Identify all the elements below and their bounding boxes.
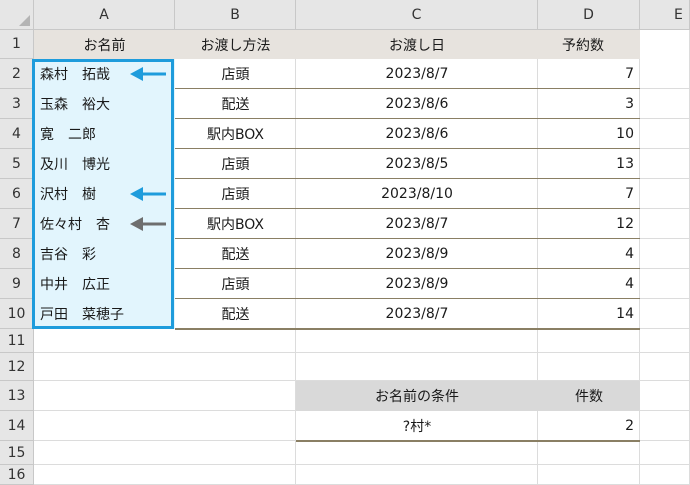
- cell-b9[interactable]: 店頭: [175, 269, 296, 299]
- table-row-border: [175, 148, 640, 149]
- cell-c2[interactable]: 2023/8/7: [296, 59, 538, 89]
- row-header-3[interactable]: 3: [0, 89, 34, 119]
- table-row-border: [175, 238, 640, 239]
- cell-b4[interactable]: 駅内BOX: [175, 119, 296, 149]
- select-all-triangle-icon: [19, 15, 30, 26]
- left-arrow-icon: [130, 66, 168, 86]
- cell-c10[interactable]: 2023/8/7: [296, 299, 538, 329]
- cell-d9[interactable]: 4: [538, 269, 640, 299]
- cell-d6[interactable]: 7: [538, 179, 640, 209]
- column-header-a[interactable]: A: [34, 0, 175, 30]
- header-cell-a1[interactable]: お名前: [34, 30, 175, 59]
- cell-d2[interactable]: 7: [538, 59, 640, 89]
- gridline-row: [34, 352, 690, 353]
- row-header-7[interactable]: 7: [0, 209, 34, 239]
- row-header-15[interactable]: 15: [0, 441, 34, 465]
- row-header-13[interactable]: 13: [0, 381, 34, 411]
- criteria-result-cell[interactable]: 2: [538, 411, 640, 441]
- cell-d3[interactable]: 3: [538, 89, 640, 119]
- row-header-12[interactable]: 12: [0, 353, 34, 381]
- cell-c3[interactable]: 2023/8/6: [296, 89, 538, 119]
- cell-d8[interactable]: 4: [538, 239, 640, 269]
- column-header-e[interactable]: E: [640, 0, 690, 30]
- cell-c8[interactable]: 2023/8/9: [296, 239, 538, 269]
- table-row-border: [175, 268, 640, 269]
- cell-d4[interactable]: 10: [538, 119, 640, 149]
- cell-b6[interactable]: 店頭: [175, 179, 296, 209]
- cell-b5[interactable]: 店頭: [175, 149, 296, 179]
- row-header-4[interactable]: 4: [0, 119, 34, 149]
- row-header-5[interactable]: 5: [0, 149, 34, 179]
- row-header-2[interactable]: 2: [0, 59, 34, 89]
- row-header-6[interactable]: 6: [0, 179, 34, 209]
- cell-d10[interactable]: 14: [538, 299, 640, 329]
- left-arrow-icon: [130, 216, 168, 236]
- table-row-border: [175, 298, 640, 299]
- table-row-border: [175, 208, 640, 209]
- left-arrow-icon: [130, 186, 168, 206]
- cell-b3[interactable]: 配送: [175, 89, 296, 119]
- header-cell-d1[interactable]: 予約数: [538, 30, 640, 59]
- table-bottom-border: [175, 328, 640, 330]
- spreadsheet-grid[interactable]: ABCDE 1 2 3 4 5 6 7 8 9 10 11 12 13 14 15 16 お名前 お渡し方法 お渡…: [0, 0, 690, 485]
- gridline-row: [34, 464, 690, 465]
- cell-c4[interactable]: 2023/8/6: [296, 119, 538, 149]
- cell-d5[interactable]: 13: [538, 149, 640, 179]
- criteria-value-cell[interactable]: ?村*: [296, 411, 538, 441]
- header-cell-b1[interactable]: お渡し方法: [175, 30, 296, 59]
- criteria-header-count[interactable]: 件数: [538, 381, 640, 411]
- row-header-10[interactable]: 10: [0, 299, 34, 329]
- column-header-c[interactable]: C: [296, 0, 538, 30]
- cell-b7[interactable]: 駅内BOX: [175, 209, 296, 239]
- row-header-11[interactable]: 11: [0, 329, 34, 353]
- criteria-bottom-border: [296, 440, 640, 442]
- row-header-1[interactable]: 1: [0, 30, 34, 59]
- header-cell-c1[interactable]: お渡し日: [296, 30, 538, 59]
- select-all-corner[interactable]: [0, 0, 34, 30]
- cell-c5[interactable]: 2023/8/5: [296, 149, 538, 179]
- row-header-16[interactable]: 16: [0, 465, 34, 485]
- table-row-border: [175, 178, 640, 179]
- table-row-border: [175, 88, 640, 89]
- row-header-9[interactable]: 9: [0, 269, 34, 299]
- cell-b2[interactable]: 店頭: [175, 59, 296, 89]
- cell-b10[interactable]: 配送: [175, 299, 296, 329]
- cell-b8[interactable]: 配送: [175, 239, 296, 269]
- row-header-8[interactable]: 8: [0, 239, 34, 269]
- cell-d7[interactable]: 12: [538, 209, 640, 239]
- column-header-d[interactable]: D: [538, 0, 640, 30]
- criteria-header-label[interactable]: お名前の条件: [296, 381, 538, 411]
- cell-c6[interactable]: 2023/8/10: [296, 179, 538, 209]
- table-row-border: [175, 118, 640, 119]
- column-header-b[interactable]: B: [175, 0, 296, 30]
- cell-c9[interactable]: 2023/8/9: [296, 269, 538, 299]
- cell-c7[interactable]: 2023/8/7: [296, 209, 538, 239]
- row-header-14[interactable]: 14: [0, 411, 34, 441]
